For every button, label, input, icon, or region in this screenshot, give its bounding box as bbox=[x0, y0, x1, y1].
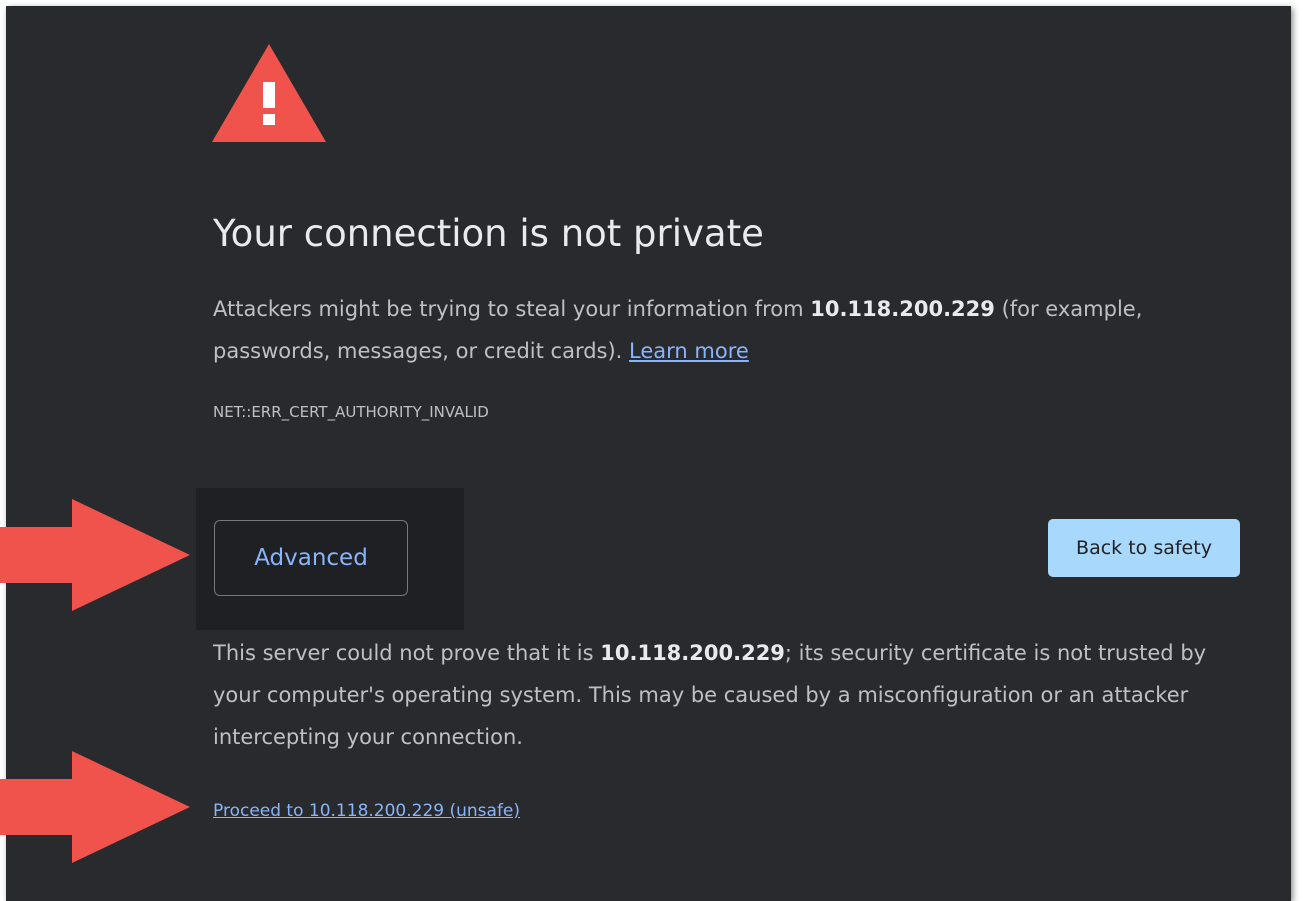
back-to-safety-button[interactable]: Back to safety bbox=[1048, 519, 1240, 577]
details-host: 10.118.200.229 bbox=[600, 641, 785, 665]
details-paragraph: This server could not prove that it is 1… bbox=[213, 632, 1243, 758]
intro-text-before: Attackers might be trying to steal your … bbox=[213, 297, 811, 321]
proceed-unsafe-link[interactable]: Proceed to 10.118.200.229 (unsafe) bbox=[213, 801, 520, 821]
learn-more-link[interactable]: Learn more bbox=[629, 339, 749, 363]
page-title: Your connection is not private bbox=[213, 212, 764, 255]
warning-triangle-icon bbox=[212, 44, 326, 142]
red-arrow-icon bbox=[0, 751, 190, 863]
intro-host: 10.118.200.229 bbox=[810, 297, 995, 321]
interstitial-page: Your connection is not private Attackers… bbox=[6, 6, 1291, 901]
red-arrow-icon bbox=[0, 499, 190, 611]
details-text-before: This server could not prove that it is bbox=[213, 641, 601, 665]
error-code: NET::ERR_CERT_AUTHORITY_INVALID bbox=[213, 403, 489, 421]
intro-paragraph: Attackers might be trying to steal your … bbox=[213, 288, 1243, 372]
advanced-button[interactable]: Advanced bbox=[214, 520, 408, 596]
